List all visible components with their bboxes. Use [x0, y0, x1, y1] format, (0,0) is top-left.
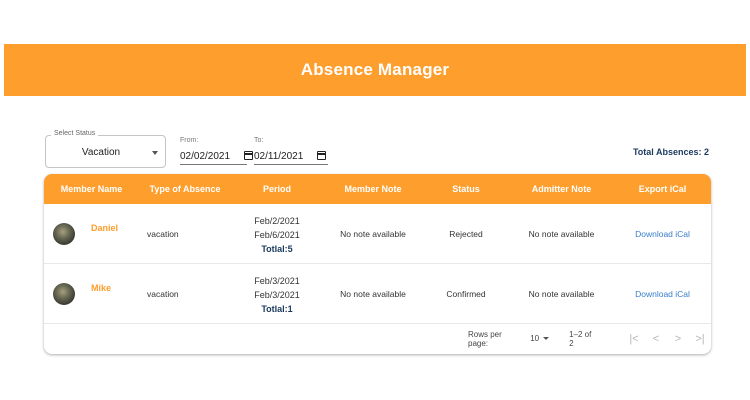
calendar-icon[interactable] — [317, 151, 326, 160]
column-header-period: Period — [262, 184, 291, 194]
status-select-label: Select Status — [51, 130, 99, 137]
column-header-member-note: Member Note — [344, 184, 402, 194]
avatar — [53, 222, 75, 245]
avatar — [53, 282, 75, 305]
rows-per-page-label: Rows per page: — [468, 329, 502, 348]
member-name: Mike — [91, 282, 112, 293]
period-cell: Feb/3/2021 Feb/3/2021 Totlal:1 — [231, 274, 323, 314]
period-total: Totlal:5 — [261, 243, 293, 254]
filters-bar: Select Status Vacation From: 02/02/2021 … — [45, 130, 711, 169]
to-date-field[interactable]: To: 02/11/2021 — [254, 137, 328, 165]
admitter-note: No note available — [528, 228, 595, 239]
pagination-range: 1–2 of 2 — [569, 329, 592, 348]
table-header: Member Name Type of Absence Period Membe… — [44, 174, 711, 204]
table-row: Daniel vacation Feb/2/2021 Feb/6/2021 To… — [44, 204, 711, 264]
period-end: Feb/6/2021 — [254, 229, 300, 240]
column-header-member-name: Member Name — [60, 184, 123, 194]
from-date-label: From: — [180, 137, 199, 144]
column-header-status: Status — [452, 184, 480, 194]
member-note: No note available — [340, 288, 406, 299]
status-value: Confirmed — [446, 288, 486, 299]
first-page-icon[interactable]: |< — [623, 333, 645, 345]
table-row: Mike vacation Feb/3/2021 Feb/3/2021 Totl… — [44, 264, 711, 324]
page-navigation: |< < > >| — [623, 333, 711, 345]
member-name: Daniel — [91, 222, 119, 233]
status-select-value: Vacation — [81, 147, 121, 158]
calendar-icon[interactable] — [244, 151, 253, 160]
period-cell: Feb/2/2021 Feb/6/2021 Totlal:5 — [231, 214, 323, 254]
period-start: Feb/2/2021 — [254, 215, 300, 226]
column-header-export: Export iCal — [638, 184, 687, 194]
from-date-value: 02/02/2021 — [180, 151, 231, 162]
absence-type: vacation — [147, 228, 179, 239]
status-value: Rejected — [449, 228, 483, 239]
absence-table: Member Name Type of Absence Period Membe… — [44, 174, 711, 354]
member-cell: Daniel — [44, 222, 139, 245]
page: Absence Manager Select Status Vacation F… — [0, 0, 750, 400]
table-pagination: Rows per page: 10 1–2 of 2 |< < > >| — [44, 324, 711, 353]
last-page-icon[interactable]: >| — [689, 333, 711, 345]
period-end: Feb/3/2021 — [254, 289, 300, 300]
download-ical-link[interactable]: Download iCal — [614, 229, 711, 239]
absence-type: vacation — [147, 288, 179, 299]
app-bar: Absence Manager — [4, 44, 746, 96]
member-cell: Mike — [44, 282, 139, 305]
download-ical-link[interactable]: Download iCal — [614, 289, 711, 299]
caret-down-icon — [543, 337, 550, 340]
admitter-note: No note available — [528, 288, 595, 299]
period-total: Totlal:1 — [261, 303, 293, 314]
to-date-value: 02/11/2021 — [254, 151, 304, 162]
to-date-label: To: — [254, 137, 264, 144]
app-title: Absence Manager — [300, 60, 450, 79]
chevron-right-icon[interactable]: > — [667, 333, 689, 345]
column-header-type: Type of Absence — [149, 184, 221, 194]
caret-down-icon — [152, 151, 158, 155]
rows-per-page-select[interactable]: 10 — [530, 334, 550, 343]
total-absences: Total Absences: 2 — [632, 147, 709, 157]
chevron-left-icon[interactable]: < — [645, 333, 667, 345]
member-note: No note available — [340, 228, 406, 239]
status-select[interactable]: Select Status Vacation — [45, 130, 166, 168]
column-header-admitter-note: Admitter Note — [531, 184, 592, 194]
period-start: Feb/3/2021 — [254, 275, 300, 286]
from-date-field[interactable]: From: 02/02/2021 — [180, 137, 253, 165]
rows-per-page-value: 10 — [530, 334, 540, 343]
